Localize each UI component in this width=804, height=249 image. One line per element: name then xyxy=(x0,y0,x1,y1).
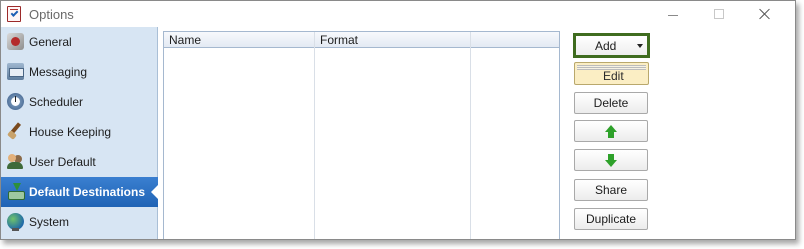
arrow-down-icon xyxy=(605,153,617,167)
dropdown-caret-icon xyxy=(637,44,643,48)
sidebar-item-scheduler[interactable]: Scheduler xyxy=(1,87,158,117)
column-divider xyxy=(314,32,315,239)
edit-button-label: Edit xyxy=(603,69,624,83)
sidebar-item-label: House Keeping xyxy=(29,125,112,139)
column-header-extra[interactable] xyxy=(471,32,476,48)
list-header: Name Format xyxy=(164,32,559,48)
sidebar-item-label: Messaging xyxy=(29,65,88,79)
edit-button[interactable]: Edit xyxy=(574,62,649,85)
add-button-label: Add xyxy=(595,39,617,53)
duplicate-button-label: Duplicate xyxy=(585,212,637,226)
column-divider xyxy=(470,32,471,239)
options-window: Options General Messaging Scheduler Hous… xyxy=(0,0,796,240)
minimize-button[interactable] xyxy=(650,1,696,27)
broom-icon xyxy=(7,123,24,140)
maximize-button[interactable] xyxy=(696,1,742,27)
minimize-icon xyxy=(668,14,678,16)
sidebar-item-label: General xyxy=(29,35,72,49)
sidebar-item-system[interactable]: System xyxy=(1,207,158,237)
destination-icon xyxy=(7,183,25,200)
column-header-format[interactable]: Format xyxy=(315,32,358,48)
close-button[interactable] xyxy=(742,1,788,27)
globe-icon xyxy=(7,213,24,231)
move-up-button[interactable] xyxy=(574,120,648,142)
app-icon xyxy=(7,6,21,22)
delete-button-label: Delete xyxy=(593,96,629,110)
sidebar-item-house-keeping[interactable]: House Keeping xyxy=(1,117,158,147)
messaging-icon xyxy=(7,63,24,80)
add-button[interactable]: Add xyxy=(573,33,650,58)
maximize-icon xyxy=(714,9,724,19)
title-bar: Options xyxy=(1,1,795,27)
close-icon xyxy=(759,8,771,20)
options-sidebar: General Messaging Scheduler House Keepin… xyxy=(1,27,159,239)
move-down-button[interactable] xyxy=(574,149,648,171)
share-button-label: Share xyxy=(594,183,628,197)
duplicate-button[interactable]: Duplicate xyxy=(574,208,648,230)
sidebar-item-user-default[interactable]: User Default xyxy=(1,147,158,177)
sidebar-item-label: Scheduler xyxy=(29,95,84,109)
sidebar-item-label: Default Destinations xyxy=(29,185,146,199)
destinations-list[interactable]: Name Format xyxy=(163,31,560,239)
scheduler-icon xyxy=(7,93,24,110)
sidebar-item-label: User Default xyxy=(29,155,96,169)
window-title: Options xyxy=(29,7,74,22)
users-icon xyxy=(7,153,24,170)
general-icon xyxy=(7,33,24,50)
column-header-name[interactable]: Name xyxy=(164,32,201,48)
sidebar-item-messaging[interactable]: Messaging xyxy=(1,57,158,87)
arrow-up-icon xyxy=(605,124,617,138)
sidebar-item-general[interactable]: General xyxy=(1,27,158,57)
share-button[interactable]: Share xyxy=(574,179,648,201)
sidebar-item-label: System xyxy=(29,215,70,229)
delete-button[interactable]: Delete xyxy=(574,92,648,114)
sidebar-item-default-destinations[interactable]: Default Destinations xyxy=(1,177,159,207)
